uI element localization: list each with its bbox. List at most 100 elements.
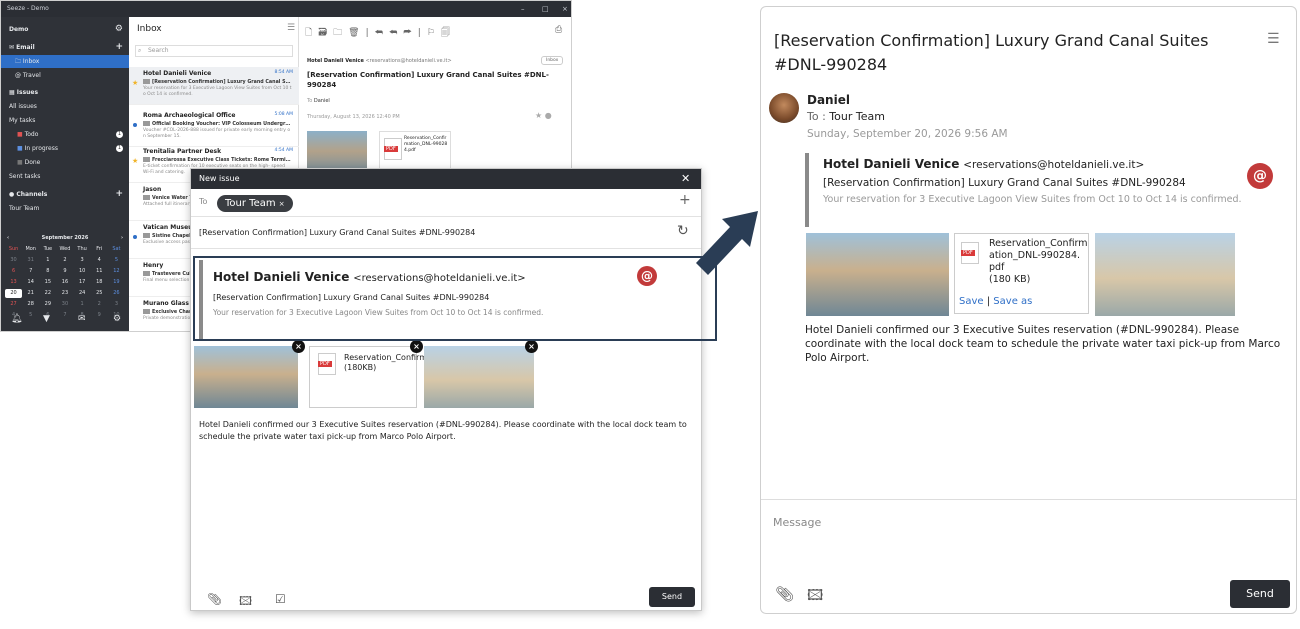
search-input[interactable]: ⌕ Search	[135, 45, 293, 57]
subject-row[interactable]: [Reservation Confirmation] Luxury Grand …	[191, 217, 701, 249]
calendar-day[interactable]: 24	[74, 289, 91, 298]
calendar-day[interactable]: 12	[108, 267, 125, 276]
sidebar-item-todo[interactable]: ■ Todo 1	[1, 128, 129, 141]
refresh-icon[interactable]: ↻	[677, 223, 689, 239]
calendar-day[interactable]: 16	[56, 278, 73, 287]
calendar-day[interactable]: 30	[5, 256, 22, 265]
calendar-day[interactable]: 5	[108, 256, 125, 265]
calendar-day[interactable]: 28	[22, 300, 39, 309]
calendar-day[interactable]: 13	[5, 278, 22, 287]
sidebar-item-my-tasks[interactable]: My tasks	[1, 114, 129, 127]
calendar-day[interactable]: 4	[91, 256, 108, 265]
list-item[interactable]: Hotel Danieli Venice 8:54 AM [Reservation …	[129, 67, 299, 105]
minimize-button[interactable]: –	[521, 1, 525, 17]
panel-attachment-card[interactable]: Reservation_Confirm ation_DNL-990284. pd…	[954, 233, 1089, 314]
checklist-icon[interactable]: ☑	[275, 592, 286, 606]
sidebar-item-inbox[interactable]: 🗀 Inbox	[1, 55, 129, 68]
dialog-send-button[interactable]: Send	[649, 587, 695, 607]
flow-arrow-icon	[696, 211, 758, 275]
pin-icon[interactable]: ▼	[43, 314, 50, 324]
avatar[interactable]	[769, 93, 799, 123]
sidebar-item-travel[interactable]: @ Travel	[1, 69, 129, 82]
attachment-pdf-card[interactable]: Reservation_Confirm (180KB)	[309, 346, 427, 408]
panel-image-2[interactable]	[1095, 233, 1235, 316]
sidebar-item-sent-tasks[interactable]: Sent tasks	[1, 170, 129, 183]
menu-icon[interactable]: ☰	[1267, 31, 1280, 47]
message-input[interactable]: Message	[773, 516, 821, 529]
calendar-day[interactable]: 17	[74, 278, 91, 287]
panel-send-button[interactable]: Send	[1230, 580, 1290, 608]
attach-image-icon[interactable]: 🖾	[239, 592, 252, 613]
sidebar-item-all-issues[interactable]: All issues	[1, 100, 129, 113]
close-dialog-icon[interactable]: ✕	[681, 169, 690, 189]
reader-attachment-card[interactable]: Reservation_Confirmation_DNL-990284.pdf	[379, 131, 451, 171]
calendar-day[interactable]: 26	[108, 289, 125, 298]
close-window-button[interactable]: ×	[562, 1, 568, 17]
sidebar-channels-header[interactable]: ● Channels +	[1, 188, 129, 201]
sidebar-email-header[interactable]: ✉ Email +	[1, 41, 129, 54]
attachment-image-1[interactable]	[194, 346, 298, 408]
reader-image-thumb[interactable]	[307, 131, 367, 171]
save-as-link[interactable]: Save as	[993, 296, 1032, 307]
panel-image-1[interactable]	[806, 233, 949, 316]
calendar-day[interactable]: 29	[39, 300, 56, 309]
calendar-day[interactable]: 3	[108, 300, 125, 309]
calendar-day[interactable]: 3	[74, 256, 91, 265]
reader-toolbar[interactable]: 🗋🗃🗀🗑︎|⮪⮪⮫|⚐🗐	[305, 25, 456, 41]
sidebar-item-tour-team[interactable]: Tour Team	[1, 202, 129, 215]
calendar-day[interactable]: 19	[108, 278, 125, 287]
sidebar-issues-header[interactable]: ▦ Issues	[1, 86, 129, 99]
settings-bottom-icon[interactable]: ⚙	[113, 314, 121, 324]
calendar-day[interactable]: 31	[22, 256, 39, 265]
calendar-day[interactable]: 6	[5, 267, 22, 276]
list-item[interactable]: Roma Archaeological Office 5:08 AM Officia…	[129, 109, 299, 147]
panel-attach-image-icon[interactable]: 🖾	[807, 585, 823, 610]
bell-icon[interactable]: 🔔︎	[11, 314, 22, 324]
recipient-chip[interactable]: Tour Team ×	[217, 195, 293, 212]
settings-gear-icon[interactable]: ⚙	[115, 23, 123, 36]
star-icon[interactable]: ★	[132, 157, 138, 165]
calendar-day[interactable]: 15	[39, 278, 56, 287]
calendar-day[interactable]: 18	[91, 278, 108, 287]
mail-bottom-icon[interactable]: ✉	[78, 314, 86, 324]
star-icon[interactable]: ★ ●	[535, 111, 552, 120]
add-channel-icon[interactable]: +	[115, 188, 123, 201]
calendar-day[interactable]: 23	[56, 289, 73, 298]
calendar-day[interactable]: 22	[39, 289, 56, 298]
calendar-day[interactable]: 1	[74, 300, 91, 309]
calendar-day[interactable]: 20	[5, 289, 23, 298]
add-email-icon[interactable]: +	[115, 41, 123, 54]
prev-month-icon[interactable]: ‹	[7, 235, 9, 241]
calendar-day[interactable]: 2	[56, 256, 73, 265]
calendar-day[interactable]: 2	[91, 300, 108, 309]
calendar-day[interactable]: 21	[22, 289, 39, 298]
calendar-year: 2026	[74, 235, 89, 241]
star-icon[interactable]: ★	[132, 79, 138, 87]
filter-icon[interactable]: ☰	[287, 23, 295, 33]
save-link[interactable]: Save	[959, 296, 984, 307]
maximize-button[interactable]: □	[542, 1, 549, 17]
calendar-day[interactable]: 10	[74, 267, 91, 276]
panel-attach-file-icon[interactable]: 📎︎	[775, 585, 794, 603]
calendar-day[interactable]: 9	[56, 267, 73, 276]
add-recipient-icon[interactable]: +	[679, 192, 691, 208]
calendar-day[interactable]: 30	[56, 300, 73, 309]
print-icon[interactable]: ⎙	[555, 25, 562, 35]
remove-recipient-icon[interactable]: ×	[279, 200, 285, 208]
calendar-day[interactable]: 14	[22, 278, 39, 287]
attachment-image-2[interactable]	[424, 346, 534, 408]
calendar-day[interactable]: 11	[91, 267, 108, 276]
dialog-body[interactable]: Hotel Danieli confirmed our 3 Executive …	[199, 419, 697, 443]
remove-attachment-2-icon[interactable]: ×	[410, 340, 423, 353]
attach-file-icon[interactable]: 📎︎	[207, 592, 222, 606]
remove-attachment-3-icon[interactable]: ×	[525, 340, 538, 353]
sidebar-item-done[interactable]: ■ Done	[1, 156, 129, 169]
remove-attachment-1-icon[interactable]: ×	[292, 340, 305, 353]
next-month-icon[interactable]: ›	[121, 235, 123, 241]
calendar-day[interactable]: 1	[39, 256, 56, 265]
calendar-day[interactable]: 8	[39, 267, 56, 276]
sidebar-item-in-progress[interactable]: ■ In progress 1	[1, 142, 129, 155]
calendar-day[interactable]: 7	[22, 267, 39, 276]
calendar-day[interactable]: 25	[91, 289, 108, 298]
calendar-day[interactable]: 27	[5, 300, 22, 309]
